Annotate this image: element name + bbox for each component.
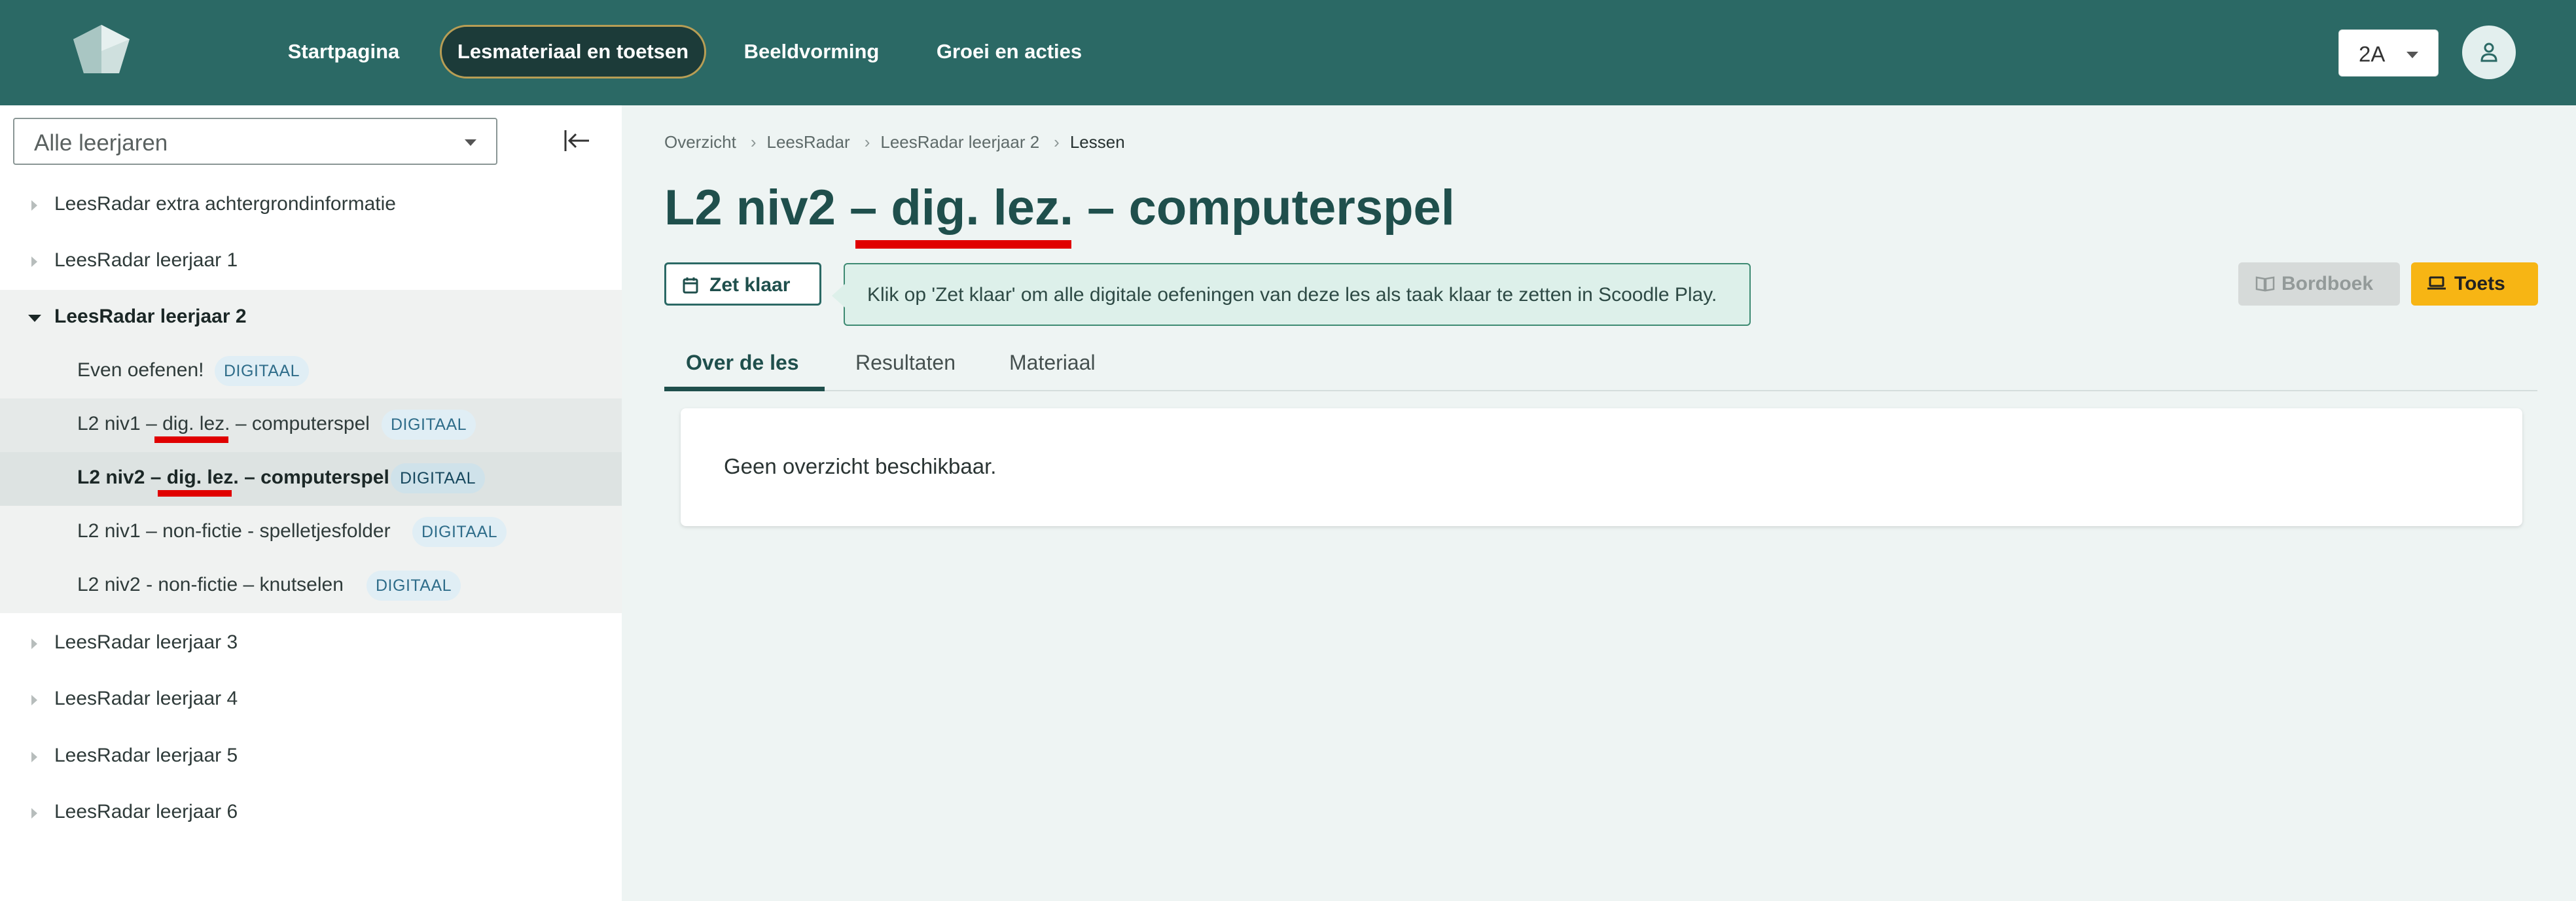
tree-item-l2-niv1-computerspel[interactable]: L2 niv1 – dig. lez. – computerspel DIGIT… <box>0 398 622 452</box>
chevron-down-icon <box>2406 52 2418 58</box>
digitaal-badge: DIGITAAL <box>412 517 507 547</box>
class-select-value: 2A <box>2359 42 2386 66</box>
tree-item-label: Even oefenen! <box>77 359 204 381</box>
bordboek-label: Bordboek <box>2281 273 2374 294</box>
tree-item-even-oefenen[interactable]: Even oefenen! DIGITAAL <box>0 345 622 398</box>
tree-item-label: L2 niv1 – non-fictie - spelletjesfolder <box>77 520 391 542</box>
chevron-down-icon <box>465 139 476 146</box>
chevron-right-icon <box>31 639 37 649</box>
chevron-right-icon <box>31 752 37 762</box>
breadcrumb-overzicht[interactable]: Overzicht <box>664 132 736 152</box>
breadcrumb-lessen: Lessen <box>1069 132 1125 152</box>
breadcrumb: Overzicht › LeesRadar › LeesRadar leerjaar 2… <box>664 132 1129 152</box>
tree-item-label: LeesRadar leerjaar 3 <box>54 631 238 653</box>
tree-item-label: LeesRadar leerjaar 1 <box>54 249 238 271</box>
tree-item-leerjaar-4[interactable]: LeesRadar leerjaar 4 <box>0 673 622 727</box>
tree-item-label: LeesRadar leerjaar 4 <box>54 688 238 709</box>
breadcrumb-separator: › <box>1054 132 1060 152</box>
tree-item-l2-niv2-computerspel[interactable]: L2 niv2 – dig. lez. – computerspel DIGIT… <box>0 452 622 506</box>
breadcrumb-separator: › <box>864 132 870 152</box>
nav-beeldvorming[interactable]: Beeldvorming <box>732 25 891 79</box>
tree-item-l2-niv1-spelletjesfolder[interactable]: L2 niv1 – non-fictie - spelletjesfolder … <box>0 506 622 559</box>
breadcrumb-separator: › <box>750 132 757 152</box>
digitaal-badge: DIGITAAL <box>367 571 461 601</box>
nav-groei-en-acties[interactable]: Groei en acties <box>924 25 1094 79</box>
digitaal-badge: DIGITAAL <box>382 410 476 440</box>
tree-item-leerjaar-1[interactable]: LeesRadar leerjaar 1 <box>0 235 622 289</box>
tree-item-label: LeesRadar leerjaar 2 <box>54 306 247 327</box>
chevron-down-icon <box>28 315 41 322</box>
chevron-right-icon <box>31 256 37 267</box>
laptop-icon <box>2427 276 2446 290</box>
nav-startpagina[interactable]: Startpagina <box>275 25 412 79</box>
tab-resultaten[interactable]: Resultaten <box>855 351 956 375</box>
tree-item-extra-achtergrondinformatie[interactable]: LeesRadar extra achtergrondinformatie <box>0 179 622 232</box>
tree-item-leerjaar-2[interactable]: LeesRadar leerjaar 2 <box>0 291 622 345</box>
tree-item-label: L2 niv2 - non-fictie – knutselen <box>77 574 344 595</box>
tree-item-leerjaar-5[interactable]: LeesRadar leerjaar 5 <box>0 730 622 784</box>
zet-klaar-button[interactable]: Zet klaar <box>664 262 821 306</box>
bordboek-button[interactable]: Bordboek <box>2238 262 2400 306</box>
tree-item-l2-niv2-knutselen[interactable]: L2 niv2 - non-fictie – knutselen DIGITAA… <box>0 559 622 613</box>
chevron-right-icon <box>31 695 37 705</box>
annotation-underline <box>855 240 1071 249</box>
tree-item-label: L2 niv1 – dig. lez. – computerspel <box>77 413 370 434</box>
page-title: L2 niv2 – dig. lez. – computerspel <box>664 180 1455 236</box>
top-navigation-bar: Startpagina Lesmateriaal en toetsen Beel… <box>0 0 2576 105</box>
book-icon <box>2255 276 2275 292</box>
collapse-left-icon[interactable] <box>562 125 593 156</box>
digitaal-badge: DIGITAAL <box>215 356 310 386</box>
tree-item-leerjaar-6[interactable]: LeesRadar leerjaar 6 <box>0 786 622 840</box>
digitaal-badge: DIGITAAL <box>391 463 486 493</box>
nav-lesmateriaal-en-toetsen[interactable]: Lesmateriaal en toetsen <box>440 25 706 79</box>
tree-item-label: LeesRadar leerjaar 5 <box>54 745 238 766</box>
chevron-right-icon <box>31 200 37 211</box>
tree-item-label: L2 niv2 – dig. lez. – computerspel <box>77 467 389 488</box>
sidebar: Alle leerjaren LeesRadar extra achtergro… <box>0 105 622 901</box>
user-avatar-button[interactable] <box>2462 26 2516 79</box>
toets-button[interactable]: Toets <box>2411 262 2538 306</box>
class-select[interactable]: 2A <box>2338 29 2439 77</box>
tab-materiaal[interactable]: Materiaal <box>1009 351 1096 375</box>
toets-label: Toets <box>2454 273 2505 294</box>
tree-item-leerjaar-3[interactable]: LeesRadar leerjaar 3 <box>0 617 622 671</box>
tree-item-label: LeesRadar leerjaar 6 <box>54 801 238 822</box>
active-tab-indicator <box>664 387 825 391</box>
annotation-underline <box>158 490 232 497</box>
year-select[interactable]: Alle leerjaren <box>13 118 497 165</box>
lesson-tabs: Over de les Resultaten Materiaal <box>664 343 2537 391</box>
tree-item-label: LeesRadar extra achtergrondinformatie <box>54 193 396 215</box>
breadcrumb-leesradar[interactable]: LeesRadar <box>766 132 850 152</box>
lesson-overview-card: Geen overzicht beschikbaar. <box>681 408 2522 526</box>
empty-overview-text: Geen overzicht beschikbaar. <box>724 454 997 478</box>
breadcrumb-leesradar-leerjaar-2[interactable]: LeesRadar leerjaar 2 <box>880 132 1039 152</box>
user-icon <box>2480 43 2497 62</box>
zet-klaar-label: Zet klaar <box>709 274 791 296</box>
tab-over-de-les[interactable]: Over de les <box>686 351 799 375</box>
annotation-underline <box>154 436 228 443</box>
chevron-right-icon <box>31 808 37 819</box>
zet-klaar-tooltip: Klik op 'Zet klaar' om alle digitale oef… <box>832 263 1751 326</box>
year-select-value: Alle leerjaren <box>34 130 168 156</box>
tooltip-text: Klik op 'Zet klaar' om alle digitale oef… <box>867 284 1717 306</box>
scoodle-logo-icon[interactable] <box>73 25 130 73</box>
calendar-icon <box>683 277 698 294</box>
